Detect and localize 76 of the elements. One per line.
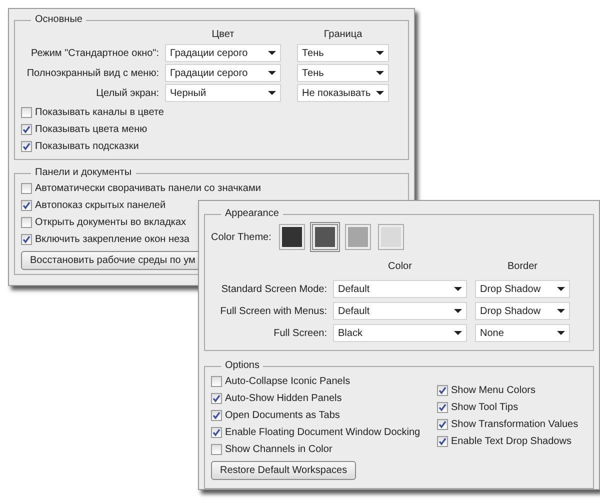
checkbox-label: Enable Floating Document Window Docking: [225, 426, 420, 440]
checkbox-label: Open Documents as Tabs: [225, 409, 340, 423]
dropdown[interactable]: Default: [333, 302, 467, 320]
checkbox-label: Показывать цвета меню: [35, 123, 148, 137]
section-title: Основные: [34, 15, 84, 25]
checkbox-label: Открыть документы во вкладках: [35, 216, 186, 230]
theme-swatch[interactable]: [346, 225, 370, 249]
checkbox[interactable]: [437, 384, 448, 396]
theme-swatch[interactable]: [313, 225, 338, 249]
section-title: Appearance: [224, 209, 280, 219]
column-header: Цвет: [210, 28, 236, 42]
checkbox-label: Show Menu Colors: [451, 384, 536, 398]
checkbox-label: Включить закрепление окон неза: [35, 233, 190, 247]
dropdown[interactable]: Default: [333, 280, 467, 298]
checkbox-label: Показывать подсказки: [35, 140, 139, 154]
dropdown[interactable]: Градации серого: [165, 64, 281, 82]
checkbox[interactable]: [21, 141, 32, 152]
section-title: Options: [224, 361, 260, 371]
checkbox[interactable]: [437, 436, 448, 446]
row-label: Полноэкранный вид с меню:: [26, 66, 160, 80]
dropdown[interactable]: Градации серого: [165, 44, 281, 62]
caret-icon: [268, 71, 276, 75]
caret-icon: [376, 51, 384, 55]
checkbox[interactable]: [437, 418, 448, 430]
checkbox[interactable]: [437, 402, 448, 412]
caret-icon: [454, 309, 462, 313]
dropdown[interactable]: None: [475, 324, 570, 342]
caret-icon: [454, 331, 462, 335]
row-label: Full Screen:: [272, 326, 328, 340]
checkbox-label: Автоматически сворачивать панели со значками: [35, 182, 261, 196]
caret-icon: [268, 91, 276, 95]
checkbox[interactable]: [211, 393, 222, 404]
checkbox[interactable]: [21, 124, 32, 135]
theme-swatch[interactable]: [280, 225, 304, 249]
checkbox-label: Enable Text Drop Shadows: [451, 434, 572, 448]
caret-icon: [557, 309, 565, 313]
dropdown[interactable]: Тень: [297, 44, 389, 62]
checkbox-label: Show Channels in Color: [225, 443, 332, 457]
checkbox[interactable]: [21, 234, 32, 245]
caret-icon: [454, 287, 462, 291]
checkbox[interactable]: [21, 217, 32, 228]
dropdown[interactable]: Тень: [297, 64, 389, 82]
dropdown[interactable]: Drop Shadow: [475, 280, 570, 298]
row-label: Целый экран:: [95, 86, 160, 100]
checkbox-label: Auto-Collapse Iconic Panels: [225, 375, 350, 389]
theme-label: Color Theme:: [211, 230, 272, 244]
dropdown[interactable]: Black: [333, 324, 467, 342]
checkbox[interactable]: [211, 376, 222, 387]
column-header: Граница: [322, 28, 364, 42]
checkbox-label: Show Transformation Values: [451, 418, 578, 432]
checkbox-label: Show Tool Tips: [451, 400, 518, 414]
checkbox-label: Автопоказ скрытых панелей: [35, 199, 166, 213]
row-label: Standard Screen Mode:: [220, 282, 328, 296]
checkbox[interactable]: [211, 444, 222, 455]
theme-swatch[interactable]: [379, 225, 404, 249]
column-header: Color: [387, 260, 413, 274]
row-label: Режим "Стандартное окно":: [30, 46, 160, 60]
caret-icon: [376, 71, 384, 75]
restore-button[interactable]: Restore Default Workspaces: [211, 461, 356, 480]
checkbox[interactable]: [211, 427, 222, 438]
row-label: Full Screen with Menus:: [219, 304, 328, 318]
caret-icon: [557, 287, 565, 291]
checkbox-label: Показывать каналы в цвете: [35, 106, 164, 120]
checkbox[interactable]: [21, 183, 32, 194]
checkbox[interactable]: [21, 107, 32, 118]
section-title: Панели и документы: [34, 168, 133, 178]
dropdown[interactable]: Черный: [165, 84, 281, 102]
caret-icon: [557, 331, 565, 335]
column-header: Border: [506, 260, 538, 274]
checkbox[interactable]: [21, 200, 32, 211]
caret-icon: [376, 91, 384, 95]
dropdown[interactable]: Не показывать: [297, 84, 389, 102]
caret-icon: [268, 51, 276, 55]
checkbox[interactable]: [211, 410, 222, 421]
checkbox-label: Auto-Show Hidden Panels: [225, 392, 342, 406]
dropdown[interactable]: Drop Shadow: [475, 302, 570, 320]
